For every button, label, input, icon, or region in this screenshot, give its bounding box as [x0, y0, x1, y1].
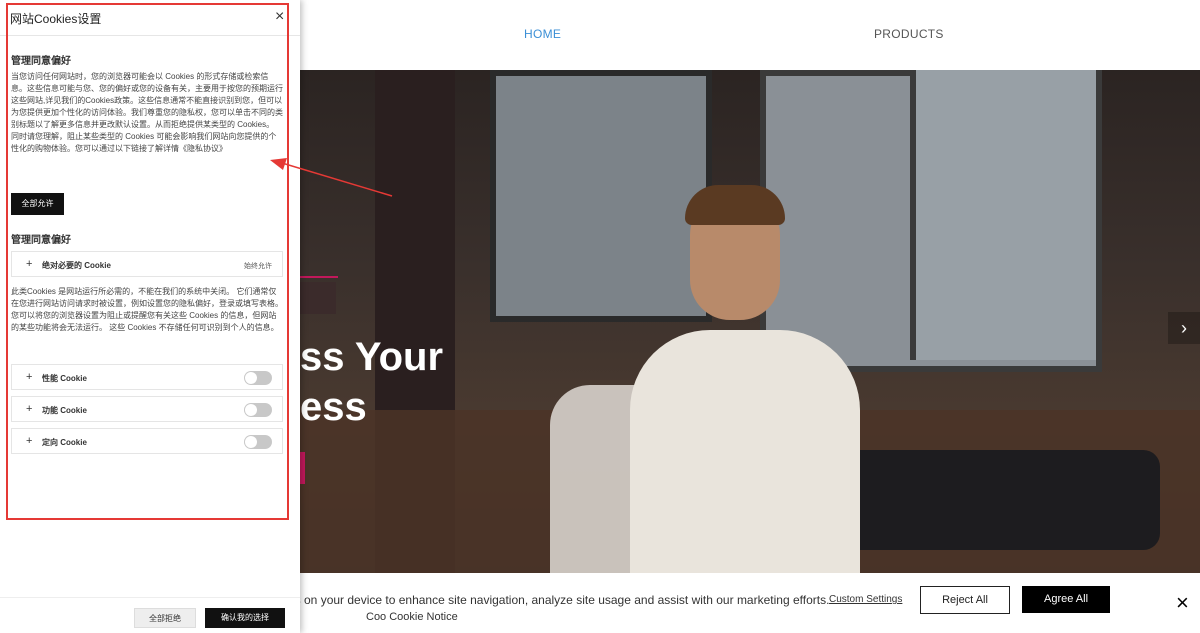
divider: [0, 597, 300, 598]
site-header: HOME PRODUCTS: [300, 0, 1200, 70]
cookie-notice-title: Coo Cookie Notice: [366, 611, 458, 623]
hero-person-hair: [685, 185, 785, 225]
cookie-notice-text: es on your device to enhance site naviga…: [288, 593, 830, 607]
custom-settings-link[interactable]: Custom Settings: [829, 594, 902, 605]
confirm-choice-button[interactable]: 确认我的选择: [205, 608, 285, 628]
hero-title-line2: ess: [300, 385, 367, 429]
nav-products[interactable]: PRODUCTS: [874, 27, 944, 41]
hero-label-box: [300, 282, 336, 314]
cookie-notice-bar: es on your device to enhance site naviga…: [288, 573, 1200, 633]
agree-all-button[interactable]: Agree All: [1022, 586, 1110, 613]
hero-title: ss Your ess: [300, 332, 443, 432]
nav-home[interactable]: HOME: [524, 27, 561, 41]
reject-all-button[interactable]: Reject All: [920, 586, 1010, 614]
hero-person-body: [630, 330, 860, 573]
hero-cta-button[interactable]: [300, 452, 305, 484]
hero-window: [490, 70, 712, 322]
cookie-settings-panel: 网站Cookies设置 × 管理同意偏好 当您访问任何网站时，您的浏览器可能会以…: [0, 0, 300, 633]
reject-all-cn-button[interactable]: 全部拒绝: [134, 608, 196, 628]
hero-banner: ss Your ess ›: [300, 70, 1200, 573]
annotation-highlight-box: [6, 3, 289, 520]
hero-accent-line: [300, 276, 338, 278]
close-icon[interactable]: ×: [1176, 592, 1189, 614]
chevron-right-icon[interactable]: ›: [1168, 312, 1200, 344]
hero-title-line1: ss Your: [300, 335, 444, 379]
carousel-dots: [585, 565, 609, 573]
hero-window: [910, 70, 1096, 360]
